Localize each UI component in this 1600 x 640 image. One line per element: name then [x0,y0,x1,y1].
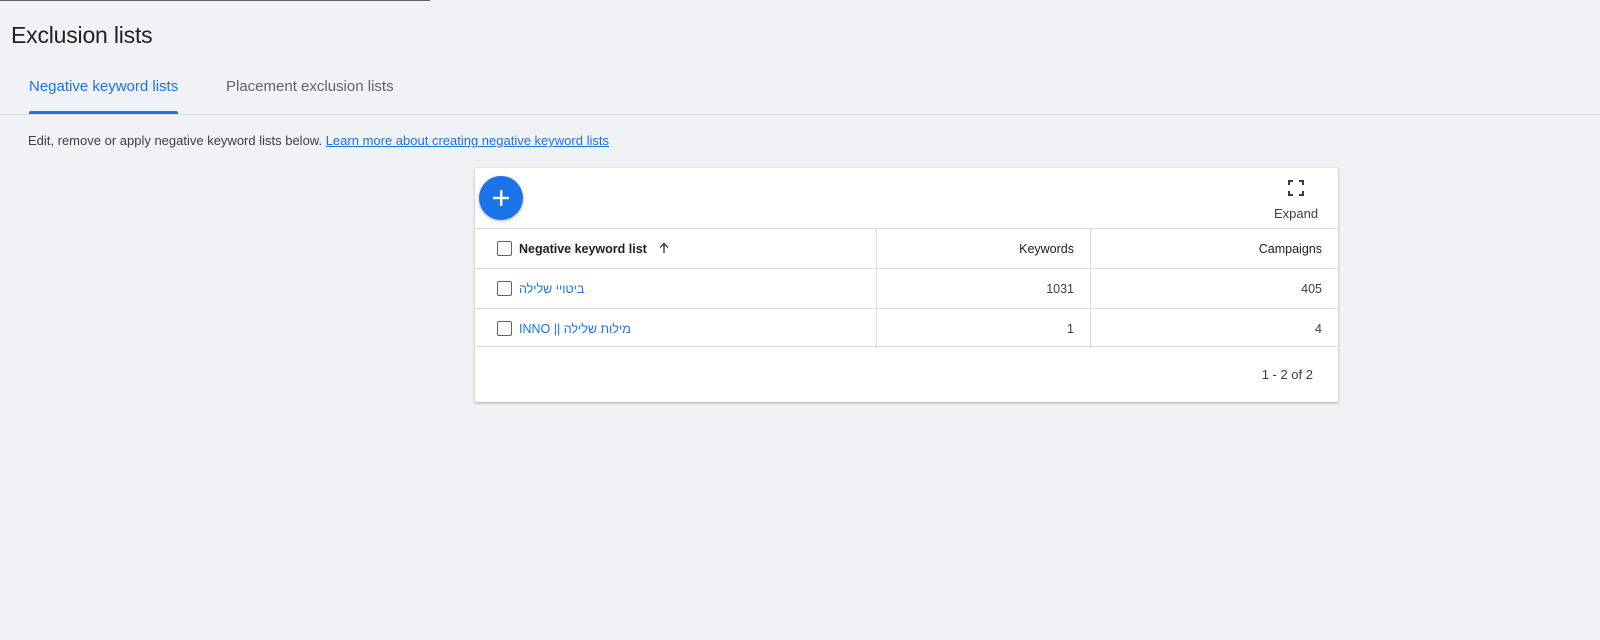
expand-label: Expand [1273,206,1319,221]
add-list-button[interactable] [479,176,523,220]
top-divider [0,0,430,1]
column-header-name[interactable]: Negative keyword list [519,228,877,269]
tab-label: Negative keyword lists [29,78,179,95]
list-name-link[interactable]: מילות שלילה || INNO [519,322,631,336]
expand-button[interactable]: Expand [1266,176,1326,221]
negative-keyword-lists-card: Expand Negative keyword list Keywords Ca… [475,168,1338,402]
plus-icon [493,190,509,206]
campaigns-count: 4 [1315,321,1322,336]
table-row: ביטויי שלילה 1031 405 [475,268,1338,309]
list-name-cell: ביטויי שלילה [519,268,877,309]
tab-negative-keyword-lists[interactable]: Negative keyword lists [29,78,179,114]
row-select-cell [475,268,519,309]
intro-description: Edit, remove or apply negative keyword l… [28,133,326,148]
list-name-cell: מילות שלילה || INNO [519,308,877,348]
arrow-up-icon [659,242,669,253]
table-header-row: Negative keyword list Keywords Campaigns [475,228,1338,269]
active-tab-indicator [29,111,179,114]
fullscreen-icon [1288,180,1304,196]
tab-label: Placement exclusion lists [226,78,394,95]
pagination-summary: 1 - 2 of 2 [1261,367,1313,382]
tab-bar: Negative keyword lists Placement exclusi… [0,70,1600,115]
keywords-cell: 1031 [876,268,1091,309]
table-row: מילות שלילה || INNO 1 4 [475,308,1338,348]
table-footer-divider [475,346,1338,347]
list-name-link[interactable]: ביטויי שלילה [519,282,584,296]
column-header-keywords[interactable]: Keywords [876,228,1091,269]
intro-text: Edit, remove or apply negative keyword l… [28,133,609,148]
learn-more-link[interactable]: Learn more about creating negative keywo… [326,133,609,148]
keywords-cell: 1 [876,308,1091,348]
page-title: Exclusion lists [11,22,153,48]
column-header-label: Negative keyword list [519,241,647,256]
keywords-count: 1 [1067,321,1074,336]
campaigns-count: 405 [1301,281,1322,296]
column-header-campaigns[interactable]: Campaigns [1090,228,1338,269]
column-header-label: Keywords [1019,241,1074,256]
campaigns-cell: 4 [1090,308,1338,348]
column-header-label: Campaigns [1258,241,1322,256]
keywords-count: 1031 [1046,281,1074,296]
campaigns-cell: 405 [1090,268,1338,309]
tab-placement-exclusion-lists[interactable]: Placement exclusion lists [226,78,394,95]
row-checkbox[interactable] [497,281,512,296]
row-select-cell [475,308,519,348]
select-all-cell [475,228,519,269]
row-checkbox[interactable] [497,321,512,336]
lists-table: Negative keyword list Keywords Campaigns [475,228,1338,348]
select-all-checkbox[interactable] [497,241,512,256]
